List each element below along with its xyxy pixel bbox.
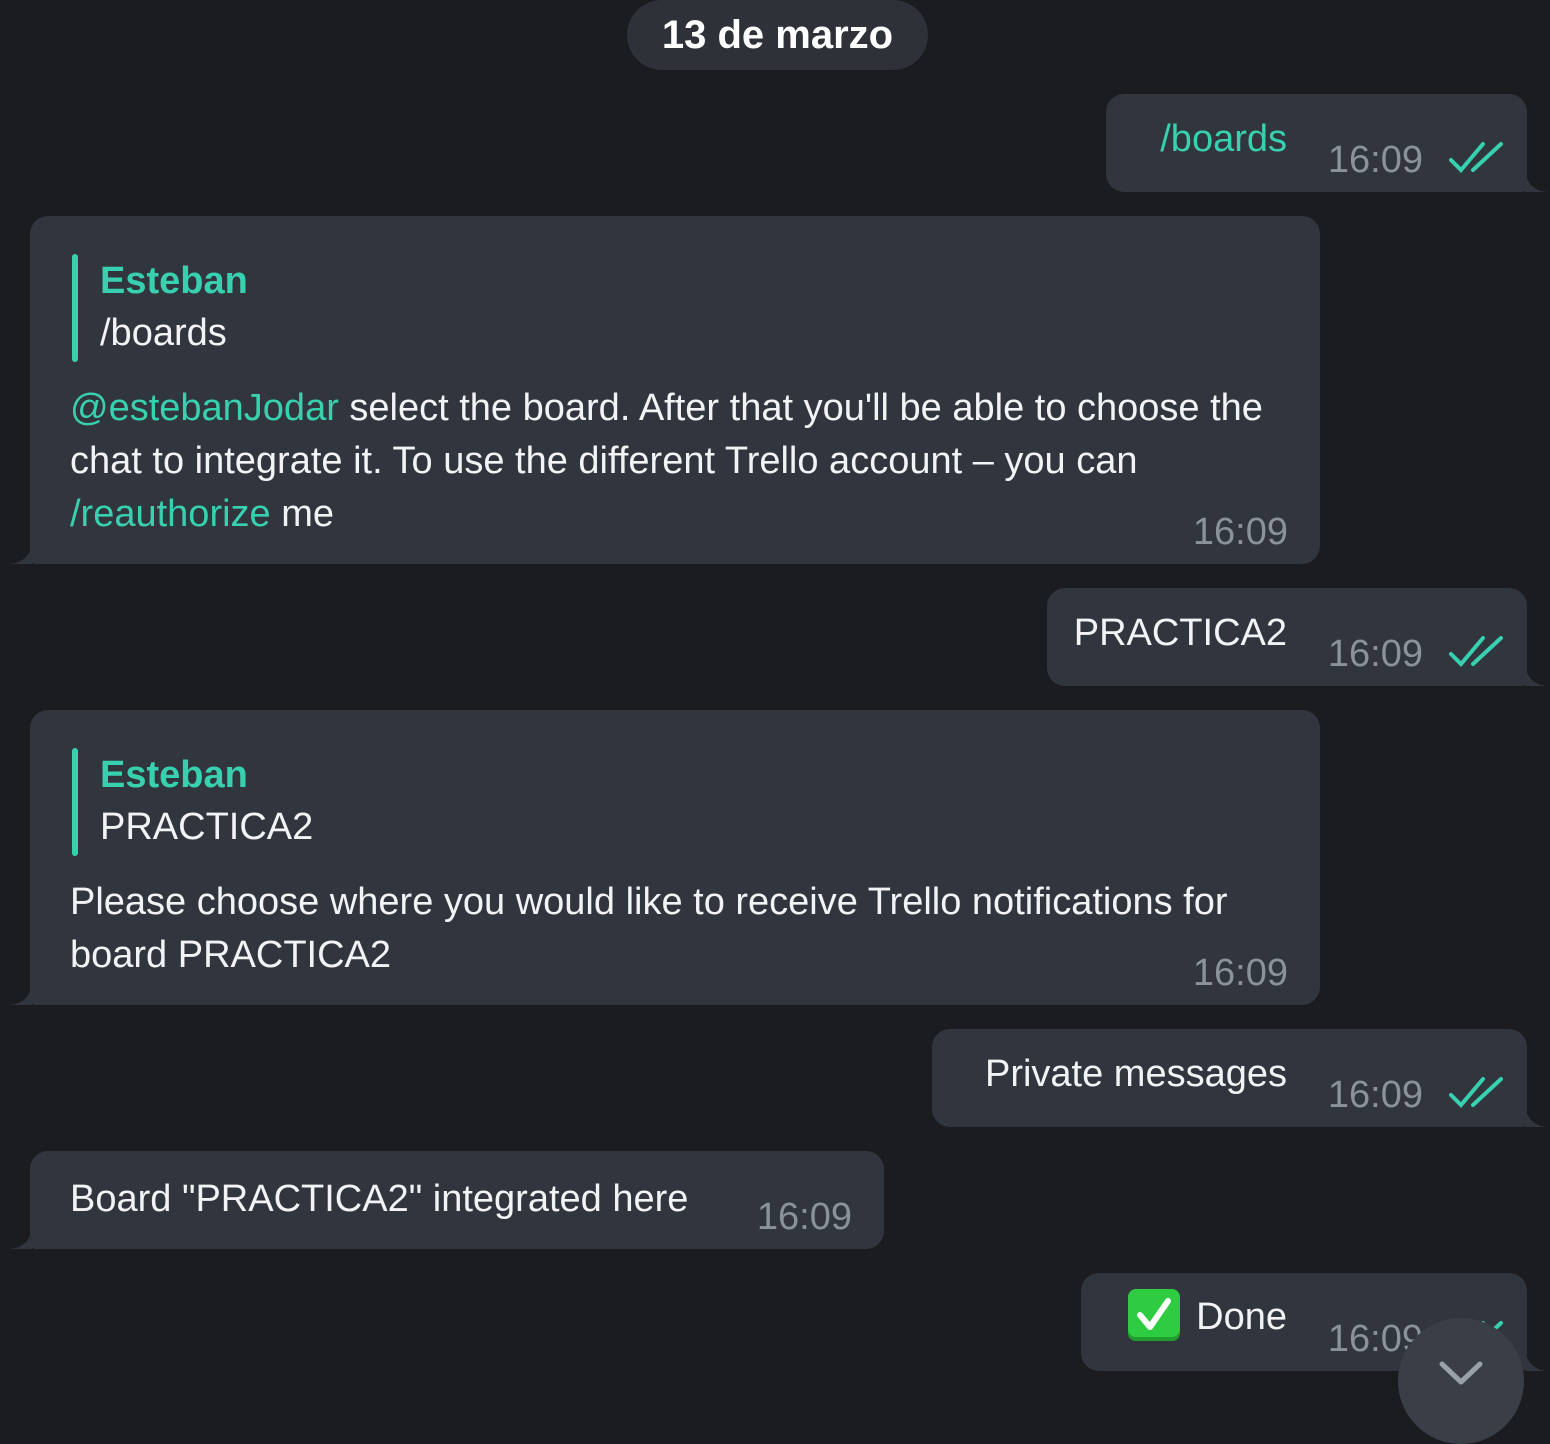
message-time: 16:09 (1327, 139, 1423, 181)
incoming-message[interactable]: Esteban PRACTICA2 Please choose where yo… (10, 710, 1320, 1005)
command-link[interactable]: /boards (1160, 118, 1287, 161)
reply-author[interactable]: Esteban (100, 260, 248, 303)
message-text: Board "PRACTICA2" integrated here (70, 1178, 689, 1220)
outgoing-message[interactable]: PRACTICA2 16:09 (1047, 588, 1547, 686)
double-check-icon (1449, 142, 1503, 173)
bubble-tail (10, 983, 32, 1005)
double-check-icon (1449, 636, 1503, 667)
user-mention-link[interactable]: @estebanJodar (70, 387, 339, 429)
message-text: PRACTICA2 (1073, 612, 1287, 654)
message-time: 16:09 (1327, 1074, 1423, 1116)
reply-author[interactable]: Esteban (100, 754, 248, 797)
message-content: Done (1128, 1289, 1287, 1345)
reply-quoted-text[interactable]: PRACTICA2 (100, 806, 313, 849)
message-time: 16:09 (1192, 952, 1288, 994)
bubble-tail (1525, 664, 1547, 686)
message-text: Private messages (984, 1053, 1287, 1095)
incoming-message[interactable]: Esteban /boards @estebanJodar select the… (10, 216, 1320, 564)
reply-quote-bar (72, 254, 78, 362)
outgoing-message[interactable]: Private messages 16:09 (932, 1029, 1547, 1127)
command-link[interactable]: /reauthorize (70, 493, 271, 535)
message-time: 16:09 (1192, 511, 1288, 553)
double-check-icon (1449, 1077, 1503, 1108)
reply-quote-bar (72, 748, 78, 856)
incoming-message[interactable]: Board "PRACTICA2" integrated here 16:09 (10, 1151, 884, 1249)
date-separator: 13 de marzo (627, 0, 928, 70)
message-text: Done (1196, 1296, 1287, 1339)
bubble-tail (10, 1227, 32, 1249)
message-body: @estebanJodar select the board. After th… (70, 382, 1300, 541)
reply-quoted-text[interactable]: /boards (100, 312, 227, 355)
message-text: Please choose where you would like to re… (70, 881, 1228, 976)
scroll-to-bottom-button[interactable] (1398, 1318, 1524, 1444)
chevron-down-icon (1439, 1361, 1483, 1385)
bubble-tail (10, 542, 32, 564)
message-time: 16:09 (1327, 633, 1423, 675)
check-mark-button-emoji (1128, 1289, 1181, 1341)
bubble-tail (1525, 1105, 1547, 1127)
bubble-tail (1525, 170, 1547, 192)
bubble-tail (1525, 1349, 1547, 1371)
outgoing-message[interactable]: /boards 16:09 (1106, 94, 1547, 192)
message-text: me (270, 493, 335, 535)
message-time: 16:09 (756, 1196, 852, 1238)
